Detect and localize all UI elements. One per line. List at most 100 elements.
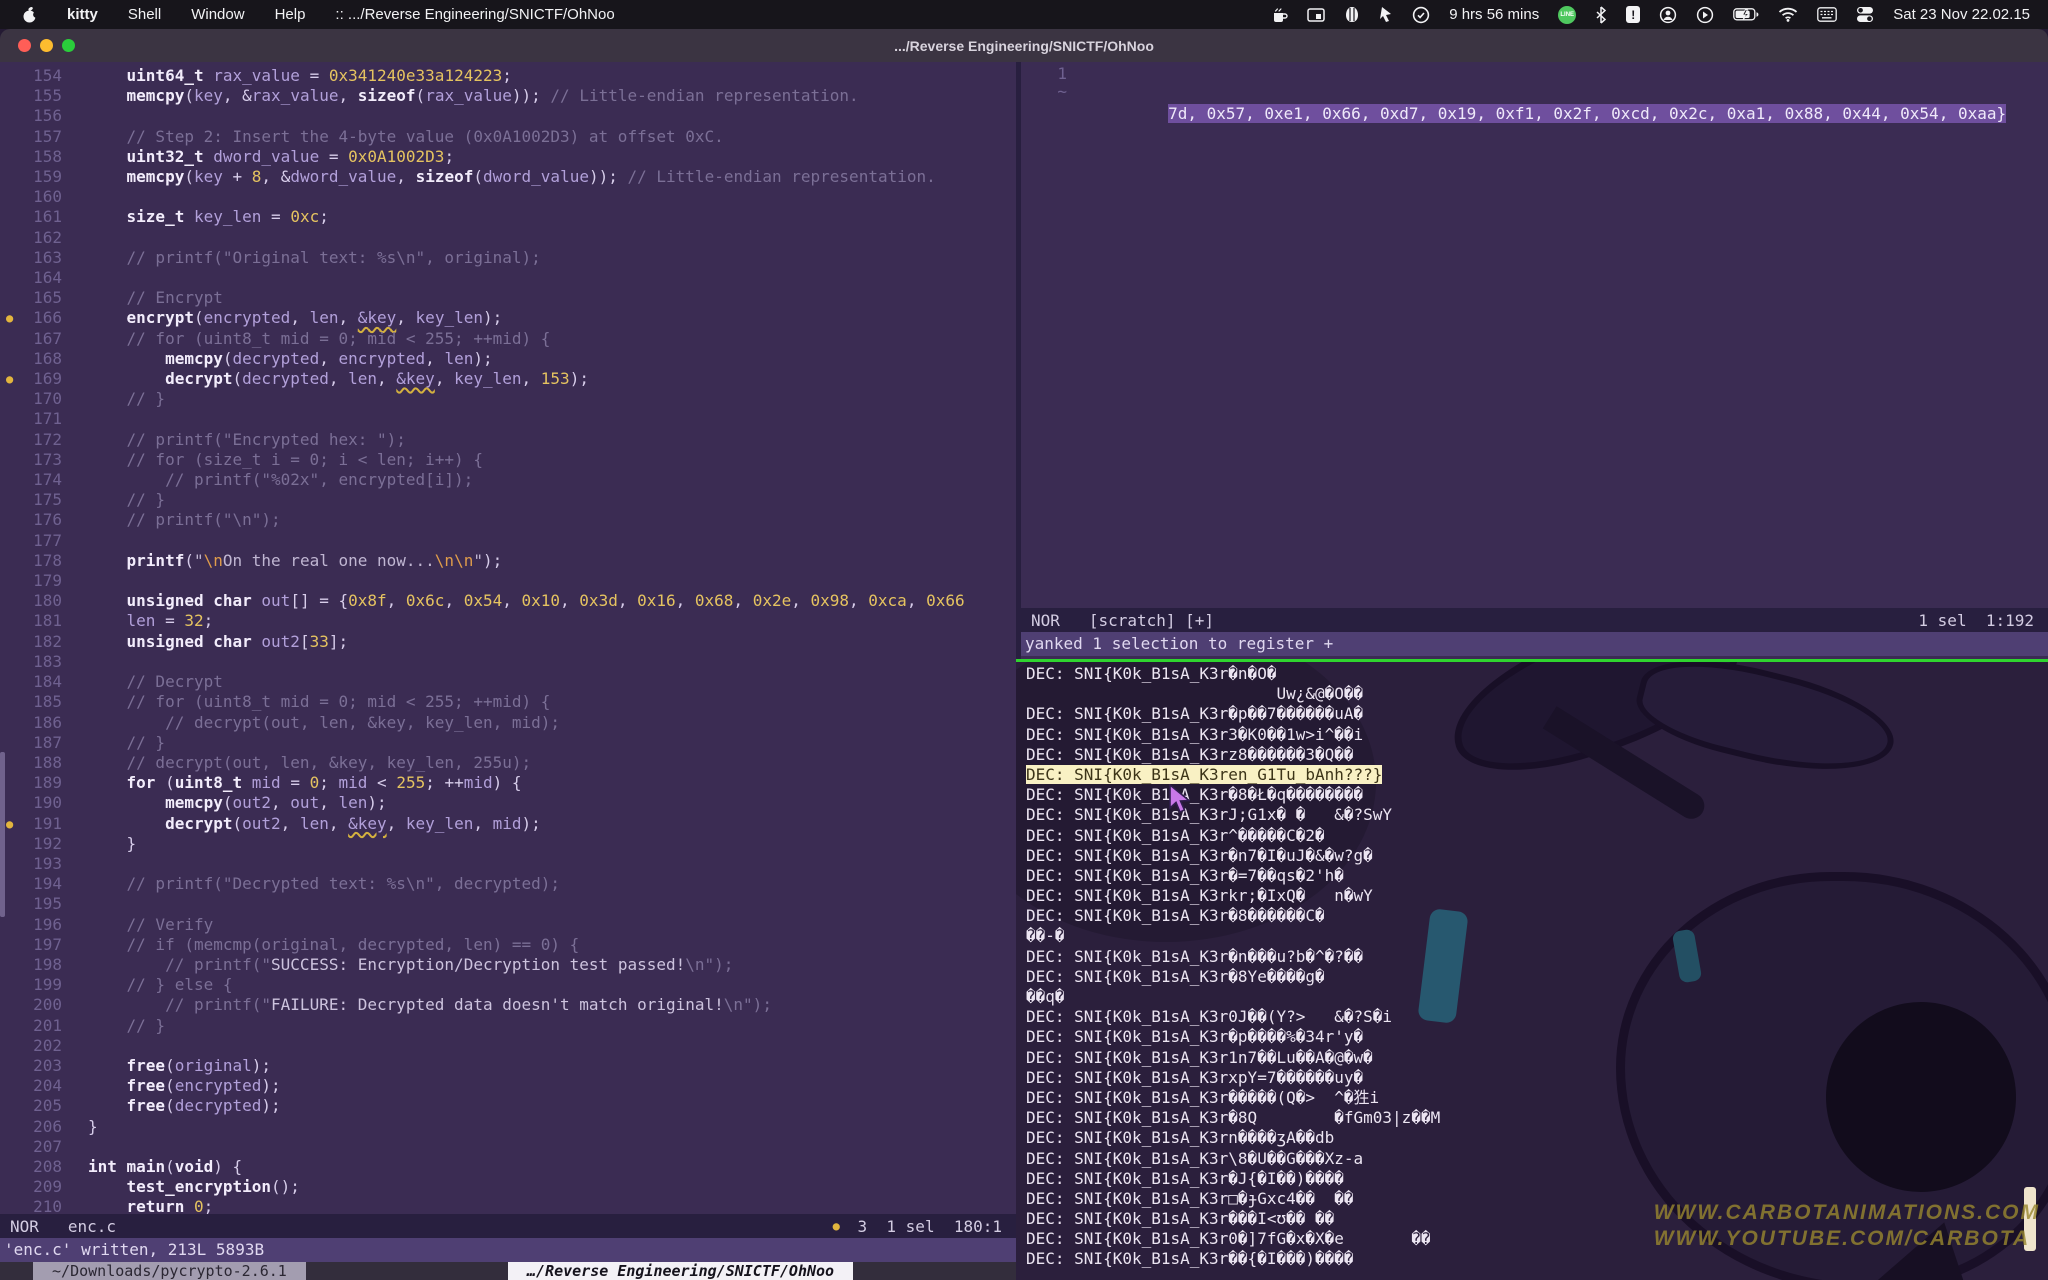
line-number: 158 xyxy=(0,147,62,167)
window-title-bar[interactable]: .../Reverse Engineering/SNICTF/OhNoo xyxy=(0,29,2048,62)
code-line[interactable]: 183 xyxy=(0,652,1016,672)
keyboard-switcher-icon[interactable] xyxy=(1817,6,1837,24)
code-line[interactable]: 162 xyxy=(0,228,1016,248)
decrypt-output-line: DEC: SNI{K0k_B1sA_K3rkr;�IxQ� n�wY xyxy=(1016,886,2048,906)
shell-output-window[interactable]: DEC: SNI{K0k_B1sA_K3r�n�O� Uw¿&@�O��DEC:… xyxy=(1016,662,2048,1280)
code-line[interactable]: 209 test_encryption(); xyxy=(0,1177,1016,1197)
editor-scrollbar[interactable] xyxy=(0,752,5,917)
code-line[interactable]: 172 // printf("Encrypted hex: "); xyxy=(0,430,1016,450)
code-line[interactable]: 205 free(decrypted); xyxy=(0,1096,1016,1116)
line-app-icon[interactable]: LINE xyxy=(1558,6,1576,24)
zoom-window-button[interactable] xyxy=(62,39,75,52)
code-line[interactable]: 198 // printf("SUCCESS: Encryption/Decry… xyxy=(0,955,1016,975)
menubar-clock[interactable]: Sat 23 Nov 22.02.15 xyxy=(1893,6,2030,23)
code-line[interactable]: 178 printf("\nOn the real one now...\n\n… xyxy=(0,551,1016,571)
line-number: 169 xyxy=(0,369,62,389)
code-line[interactable]: 154 uint64_t rax_value = 0x341240e33a124… xyxy=(0,66,1016,86)
tab-pycrypto[interactable]: ~/Downloads/pycrypto-2.6.1 xyxy=(33,1262,306,1280)
decrypt-output-line: DEC: SNI{K0k_B1sA_K3r�8Q �fGm03|z��M xyxy=(1016,1108,2048,1128)
menu-shell[interactable]: Shell xyxy=(128,6,161,23)
code-line[interactable]: 165 // Encrypt xyxy=(0,288,1016,308)
code-line[interactable]: 179 xyxy=(0,571,1016,591)
code-line[interactable]: 196 // Verify xyxy=(0,915,1016,935)
menu-app-kitty[interactable]: kitty xyxy=(67,6,98,23)
scratch-hex-selection[interactable]: 7d, 0x57, 0xe1, 0x66, 0xd7, 0x19, 0xf1, … xyxy=(1168,104,2006,123)
code-line[interactable]: 163 // printf("Original text: %s\n", ori… xyxy=(0,248,1016,268)
code-line[interactable]: 171 xyxy=(0,409,1016,429)
code-line[interactable]: 164 xyxy=(0,268,1016,288)
code-line[interactable]: 204 free(encrypted); xyxy=(0,1076,1016,1096)
bluetooth-icon[interactable] xyxy=(1595,6,1607,24)
code-line[interactable]: 194 // printf("Decrypted text: %s\n", de… xyxy=(0,874,1016,894)
menu-window[interactable]: Window xyxy=(191,6,244,23)
line-number: 200 xyxy=(0,995,62,1015)
code-line[interactable]: 195 xyxy=(0,894,1016,914)
minimize-window-button[interactable] xyxy=(40,39,53,52)
screen-share-icon[interactable] xyxy=(1307,6,1325,24)
code-line[interactable]: 160 xyxy=(0,187,1016,207)
wifi-icon[interactable] xyxy=(1778,6,1798,24)
code-line[interactable]: 202 xyxy=(0,1036,1016,1056)
yank-message: yanked 1 selection to register + xyxy=(1021,632,2048,656)
code-line[interactable]: ●166 encrypt(encrypted, len, &key, key_l… xyxy=(0,308,1016,328)
code-line[interactable]: 207 xyxy=(0,1137,1016,1157)
code-line[interactable]: 186 // decrypt(out, len, &key, key_len, … xyxy=(0,713,1016,733)
code-line[interactable]: 177 xyxy=(0,531,1016,551)
code-line[interactable]: 174 // printf("%02x", encrypted[i]); xyxy=(0,470,1016,490)
code-line[interactable]: 181 len = 32; xyxy=(0,611,1016,631)
code-line[interactable]: 190 memcpy(out2, out, len); xyxy=(0,793,1016,813)
code-line[interactable]: 155 memcpy(key, &rax_value, sizeof(rax_v… xyxy=(0,86,1016,106)
user-account-icon[interactable] xyxy=(1659,6,1677,24)
code-line[interactable]: 200 // printf("FAILURE: Decrypted data d… xyxy=(0,995,1016,1015)
code-line[interactable]: 173 // for (size_t i = 0; i < len; i++) … xyxy=(0,450,1016,470)
code-line[interactable]: 175 // } xyxy=(0,490,1016,510)
alert-icon[interactable]: ! xyxy=(1626,6,1640,23)
line-number: 187 xyxy=(0,733,62,753)
editor-pane-enc-c[interactable]: 154 uint64_t rax_value = 0x341240e33a124… xyxy=(0,62,1016,1262)
editor-statusline: NOR enc.c ● 3 1 sel 180:1 xyxy=(0,1214,1016,1238)
code-line[interactable]: 192 } xyxy=(0,834,1016,854)
code-line[interactable]: 182 unsigned char out2[33]; xyxy=(0,632,1016,652)
code-line[interactable]: 168 memcpy(decrypted, encrypted, len); xyxy=(0,349,1016,369)
close-window-button[interactable] xyxy=(18,39,31,52)
code-line[interactable]: 206} xyxy=(0,1117,1016,1137)
code-line[interactable]: 208int main(void) { xyxy=(0,1157,1016,1177)
code-line[interactable]: 187 // } xyxy=(0,733,1016,753)
code-line[interactable]: 188 // decrypt(out, len, &key, key_len, … xyxy=(0,753,1016,773)
code-line[interactable]: 197 // if (memcmp(original, decrypted, l… xyxy=(0,935,1016,955)
menu-help[interactable]: Help xyxy=(275,6,306,23)
decrypt-output-line: DEC: SNI{K0k_B1sA_K3r�n�O� xyxy=(1016,664,2048,684)
code-line[interactable]: 156 xyxy=(0,106,1016,126)
code-line[interactable]: 185 // for (uint8_t mid = 0; mid < 255; … xyxy=(0,692,1016,712)
code-line[interactable]: 201 // } xyxy=(0,1016,1016,1036)
code-line[interactable]: ●169 decrypt(decrypted, len, &key, key_l… xyxy=(0,369,1016,389)
code-line[interactable]: 199 // } else { xyxy=(0,975,1016,995)
code-line[interactable]: 161 size_t key_len = 0xc; xyxy=(0,207,1016,227)
play-icon[interactable] xyxy=(1696,6,1714,24)
line-number: 196 xyxy=(0,915,62,935)
editor-pane-scratch[interactable]: 1 7d, 0x57, 0xe1, 0x66, 0xd7, 0x19, 0xf1… xyxy=(1021,62,2048,659)
code-line[interactable]: ●191 decrypt(out2, len, &key, key_len, m… xyxy=(0,814,1016,834)
decrypt-output-line: DEC: SNI{K0k_B1sA_K3r�p��7������uA� xyxy=(1016,704,2048,724)
code-line[interactable]: 159 memcpy(key + 8, &dword_value, sizeof… xyxy=(0,167,1016,187)
code-line[interactable]: 157 // Step 2: Insert the 4-byte value (… xyxy=(0,127,1016,147)
code-line[interactable]: 170 // } xyxy=(0,389,1016,409)
code-line[interactable]: 158 uint32_t dword_value = 0x0A1002D3; xyxy=(0,147,1016,167)
mug-icon[interactable] xyxy=(1271,6,1288,24)
code-line[interactable]: 180 unsigned char out[] = {0x8f, 0x6c, 0… xyxy=(0,591,1016,611)
code-line[interactable]: 203 free(original); xyxy=(0,1056,1016,1076)
right-column: 1 7d, 0x57, 0xe1, 0x66, 0xd7, 0x19, 0xf1… xyxy=(1016,62,2048,1280)
uptime-clock-icon[interactable] xyxy=(1412,6,1430,24)
tab-ohnoo-active[interactable]: …/Reverse Engineering/SNICTF/OhNoo xyxy=(508,1262,853,1280)
code-line[interactable]: 193 xyxy=(0,854,1016,874)
code-line[interactable]: 184 // Decrypt xyxy=(0,672,1016,692)
code-line[interactable]: 189 for (uint8_t mid = 0; mid < 255; ++m… xyxy=(0,773,1016,793)
code-line[interactable]: 167 // for (uint8_t mid = 0; mid < 255; … xyxy=(0,329,1016,349)
code-line[interactable]: 176 // printf("\n"); xyxy=(0,510,1016,530)
code-buffer[interactable]: 154 uint64_t rax_value = 0x341240e33a124… xyxy=(0,66,1016,1218)
apple-menu-icon[interactable] xyxy=(22,6,37,24)
battery-icon[interactable] xyxy=(1733,6,1759,24)
control-toggles-icon[interactable] xyxy=(1856,6,1874,24)
shell-bundle-icon[interactable] xyxy=(1344,6,1360,24)
pointer-app-icon[interactable] xyxy=(1379,6,1393,24)
